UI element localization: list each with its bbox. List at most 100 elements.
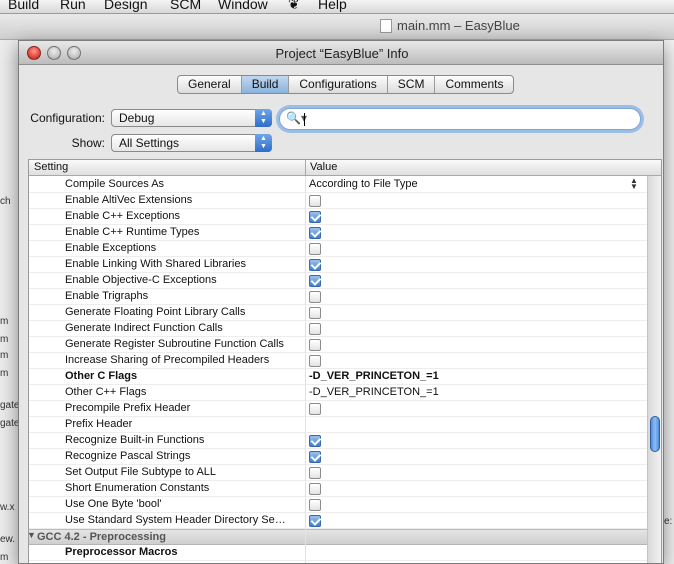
background-text-fragment: m [0,368,9,379]
window-titlebar[interactable]: Project “EasyBlue” Info [19,41,663,65]
build-settings-table: Setting Value Compile Sources As Accordin… [28,159,662,563]
table-row[interactable]: Set Output File Subtype to ALL [29,465,647,481]
text-cursor [304,113,305,126]
checkbox-checked[interactable] [309,515,321,527]
menu-help[interactable]: Help [318,0,347,12]
popup-arrows-icon[interactable]: ▲ ▼ [630,177,638,191]
checkbox-unchecked[interactable] [309,467,321,479]
setting-name: Preprocessor Macros [65,546,178,558]
column-divider[interactable] [305,160,306,176]
tab-comments[interactable]: Comments [435,76,513,93]
background-text-fragment: m [0,350,9,361]
setting-name: Enable Linking With Shared Libraries [65,258,246,270]
table-row[interactable]: Use One Byte 'bool' [29,497,647,513]
table-row[interactable]: Enable C++ Exceptions [29,209,647,225]
checkbox-unchecked[interactable] [309,243,321,255]
column-header-setting[interactable]: Setting [34,161,68,173]
table-row[interactable]: Enable AltiVec Extensions [29,193,647,209]
group-header-label: GCC 4.2 - Preprocessing [37,531,166,543]
setting-name: Short Enumeration Constants [65,482,210,494]
disclosure-triangle-icon[interactable]: ▼ [29,530,36,540]
setting-name: Set Output File Subtype to ALL [65,466,217,478]
table-row[interactable]: Generate Indirect Function Calls [29,321,647,337]
setting-name: Prefix Header [65,418,133,430]
show-label: Show: [71,136,105,150]
table-header: Setting Value [29,160,661,176]
table-row[interactable]: Recognize Pascal Strings [29,449,647,465]
table-row[interactable]: Enable Exceptions [29,241,647,257]
column-header-value[interactable]: Value [310,161,337,173]
table-row[interactable]: Prefix Header [29,417,647,433]
table-row[interactable]: Enable C++ Runtime Types [29,225,647,241]
menu-bar: Build Run Design SCM Window ❦ Help [0,0,674,14]
show-popup[interactable]: All Settings ▲ ▼ [111,134,272,152]
configuration-popup[interactable]: Debug ▲ ▼ [111,109,272,127]
checkbox-checked[interactable] [309,275,321,287]
checkbox-unchecked[interactable] [309,403,321,415]
table-row[interactable]: Preprocessor Macros [29,545,647,561]
tab-general[interactable]: General [178,76,242,93]
checkbox-unchecked[interactable] [309,307,321,319]
table-row[interactable]: Enable Trigraphs [29,289,647,305]
table-row[interactable]: Use Standard System Header Directory Se… [29,513,647,529]
table-row[interactable]: Generate Register Subroutine Function Ca… [29,337,647,353]
tab-scm[interactable]: SCM [388,76,436,93]
background-window-titlebar [0,14,674,40]
setting-name: Enable C++ Runtime Types [65,226,200,238]
checkbox-checked[interactable] [309,211,321,223]
setting-popup-value[interactable]: According to File Type [309,178,418,190]
setting-value[interactable]: -D_VER_PRINCETON_=1 [309,386,439,398]
checkbox-unchecked[interactable] [309,195,321,207]
background-window-edge [664,40,674,564]
table-row[interactable]: Other C Flags -D_VER_PRINCETON_=1 [29,369,647,385]
setting-name: Compile Sources As [65,178,165,190]
scripts-menu-icon[interactable]: ❦ [288,0,300,13]
table-row[interactable]: Short Enumeration Constants [29,481,647,497]
configuration-label: Configuration: [30,111,105,125]
background-text-fragment: gate [0,418,20,429]
table-row[interactable]: Other C++ Flags -D_VER_PRINCETON_=1 [29,385,647,401]
background-text-fragment: m [0,552,9,563]
show-value: All Settings [119,136,180,150]
setting-name: Enable Trigraphs [65,290,149,302]
menu-design[interactable]: Design [104,0,148,12]
checkbox-checked[interactable] [309,435,321,447]
column-separator [305,176,306,563]
document-icon [380,19,392,33]
checkbox-unchecked[interactable] [309,339,321,351]
menu-build[interactable]: Build [8,0,39,12]
background-text-fragment: ew. [0,534,16,545]
table-row[interactable]: Enable Objective-C Exceptions [29,273,647,289]
checkbox-unchecked[interactable] [309,355,321,367]
search-field[interactable]: 🔍▾ [279,108,641,130]
menu-scm[interactable]: SCM [170,0,201,12]
table-row[interactable]: Enable Linking With Shared Libraries [29,257,647,273]
checkbox-unchecked[interactable] [309,291,321,303]
table-row[interactable]: Increase Sharing of Precompiled Headers [29,353,647,369]
project-info-window: Project “EasyBlue” Info General Build Conf… [18,40,664,564]
table-row[interactable]: Compile Sources As According to File Type… [29,177,647,193]
background-text-fragment: e: [664,516,673,527]
tab-configurations[interactable]: Configurations [289,76,388,93]
checkbox-checked[interactable] [309,451,321,463]
table-row[interactable]: Generate Floating Point Library Calls [29,305,647,321]
checkbox-checked[interactable] [309,259,321,271]
checkbox-checked[interactable] [309,227,321,239]
checkbox-unchecked[interactable] [309,483,321,495]
table-row[interactable]: Precompile Prefix Header [29,401,647,417]
checkbox-unchecked[interactable] [309,323,321,335]
background-text-fragment: ch [0,196,11,207]
tab-build[interactable]: Build [241,76,290,93]
menu-window[interactable]: Window [218,0,268,12]
checkbox-unchecked[interactable] [309,499,321,511]
configuration-value: Debug [119,111,155,125]
background-text-fragment: m [0,334,9,345]
menu-run[interactable]: Run [60,0,86,12]
setting-value[interactable]: -D_VER_PRINCETON_=1 [309,370,439,382]
table-row[interactable]: Recognize Built-in Functions [29,433,647,449]
scrollbar-thumb[interactable] [650,416,660,452]
vertical-scrollbar[interactable] [647,176,661,563]
setting-name: Generate Floating Point Library Calls [65,306,246,318]
setting-name: Generate Register Subroutine Function Ca… [65,338,284,350]
group-header[interactable]: ▼GCC 4.2 - Preprocessing [29,529,647,545]
